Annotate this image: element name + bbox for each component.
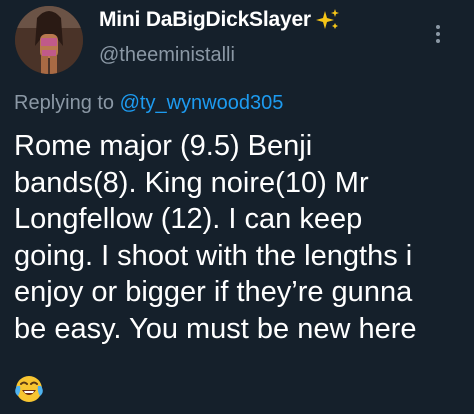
avatar[interactable] <box>15 6 83 74</box>
tweet-text-line: Longfellow (12). I can keep <box>14 203 363 235</box>
display-name[interactable]: Mini DaBigDickSlayer <box>99 8 311 32</box>
more-vertical-icon[interactable] <box>426 22 450 46</box>
tweet-text-line: bands(8). King noire(10) Mr <box>14 166 369 199</box>
tweet-text: Rome major (9.5) Benji bands(8). King no… <box>14 128 469 347</box>
tweet-text-line: going. I shoot with the lengths i <box>14 239 413 272</box>
tweet-text-line: Rome major (9.5) Benji <box>14 130 313 162</box>
author-row[interactable]: Mini DaBigDickSlayer <box>99 8 341 32</box>
tweet-text-line: enjoy or bigger if they’re gunna <box>14 276 413 308</box>
face-with-tears-of-joy-icon <box>14 374 44 404</box>
avatar-image <box>15 6 83 74</box>
tweet-text-line: be easy. You must be new here <box>14 312 417 345</box>
replying-to-label: Replying to <box>14 92 115 114</box>
reply-handle-link[interactable]: @ty_wynwood305 <box>120 92 284 114</box>
tweet-card: Mini DaBigDickSlayer @theeministalli Rep… <box>0 0 474 414</box>
replying-to: Replying to @ty_wynwood305 <box>14 92 283 115</box>
author-handle[interactable]: @theeministalli <box>99 44 235 67</box>
sparkles-icon <box>315 8 341 32</box>
